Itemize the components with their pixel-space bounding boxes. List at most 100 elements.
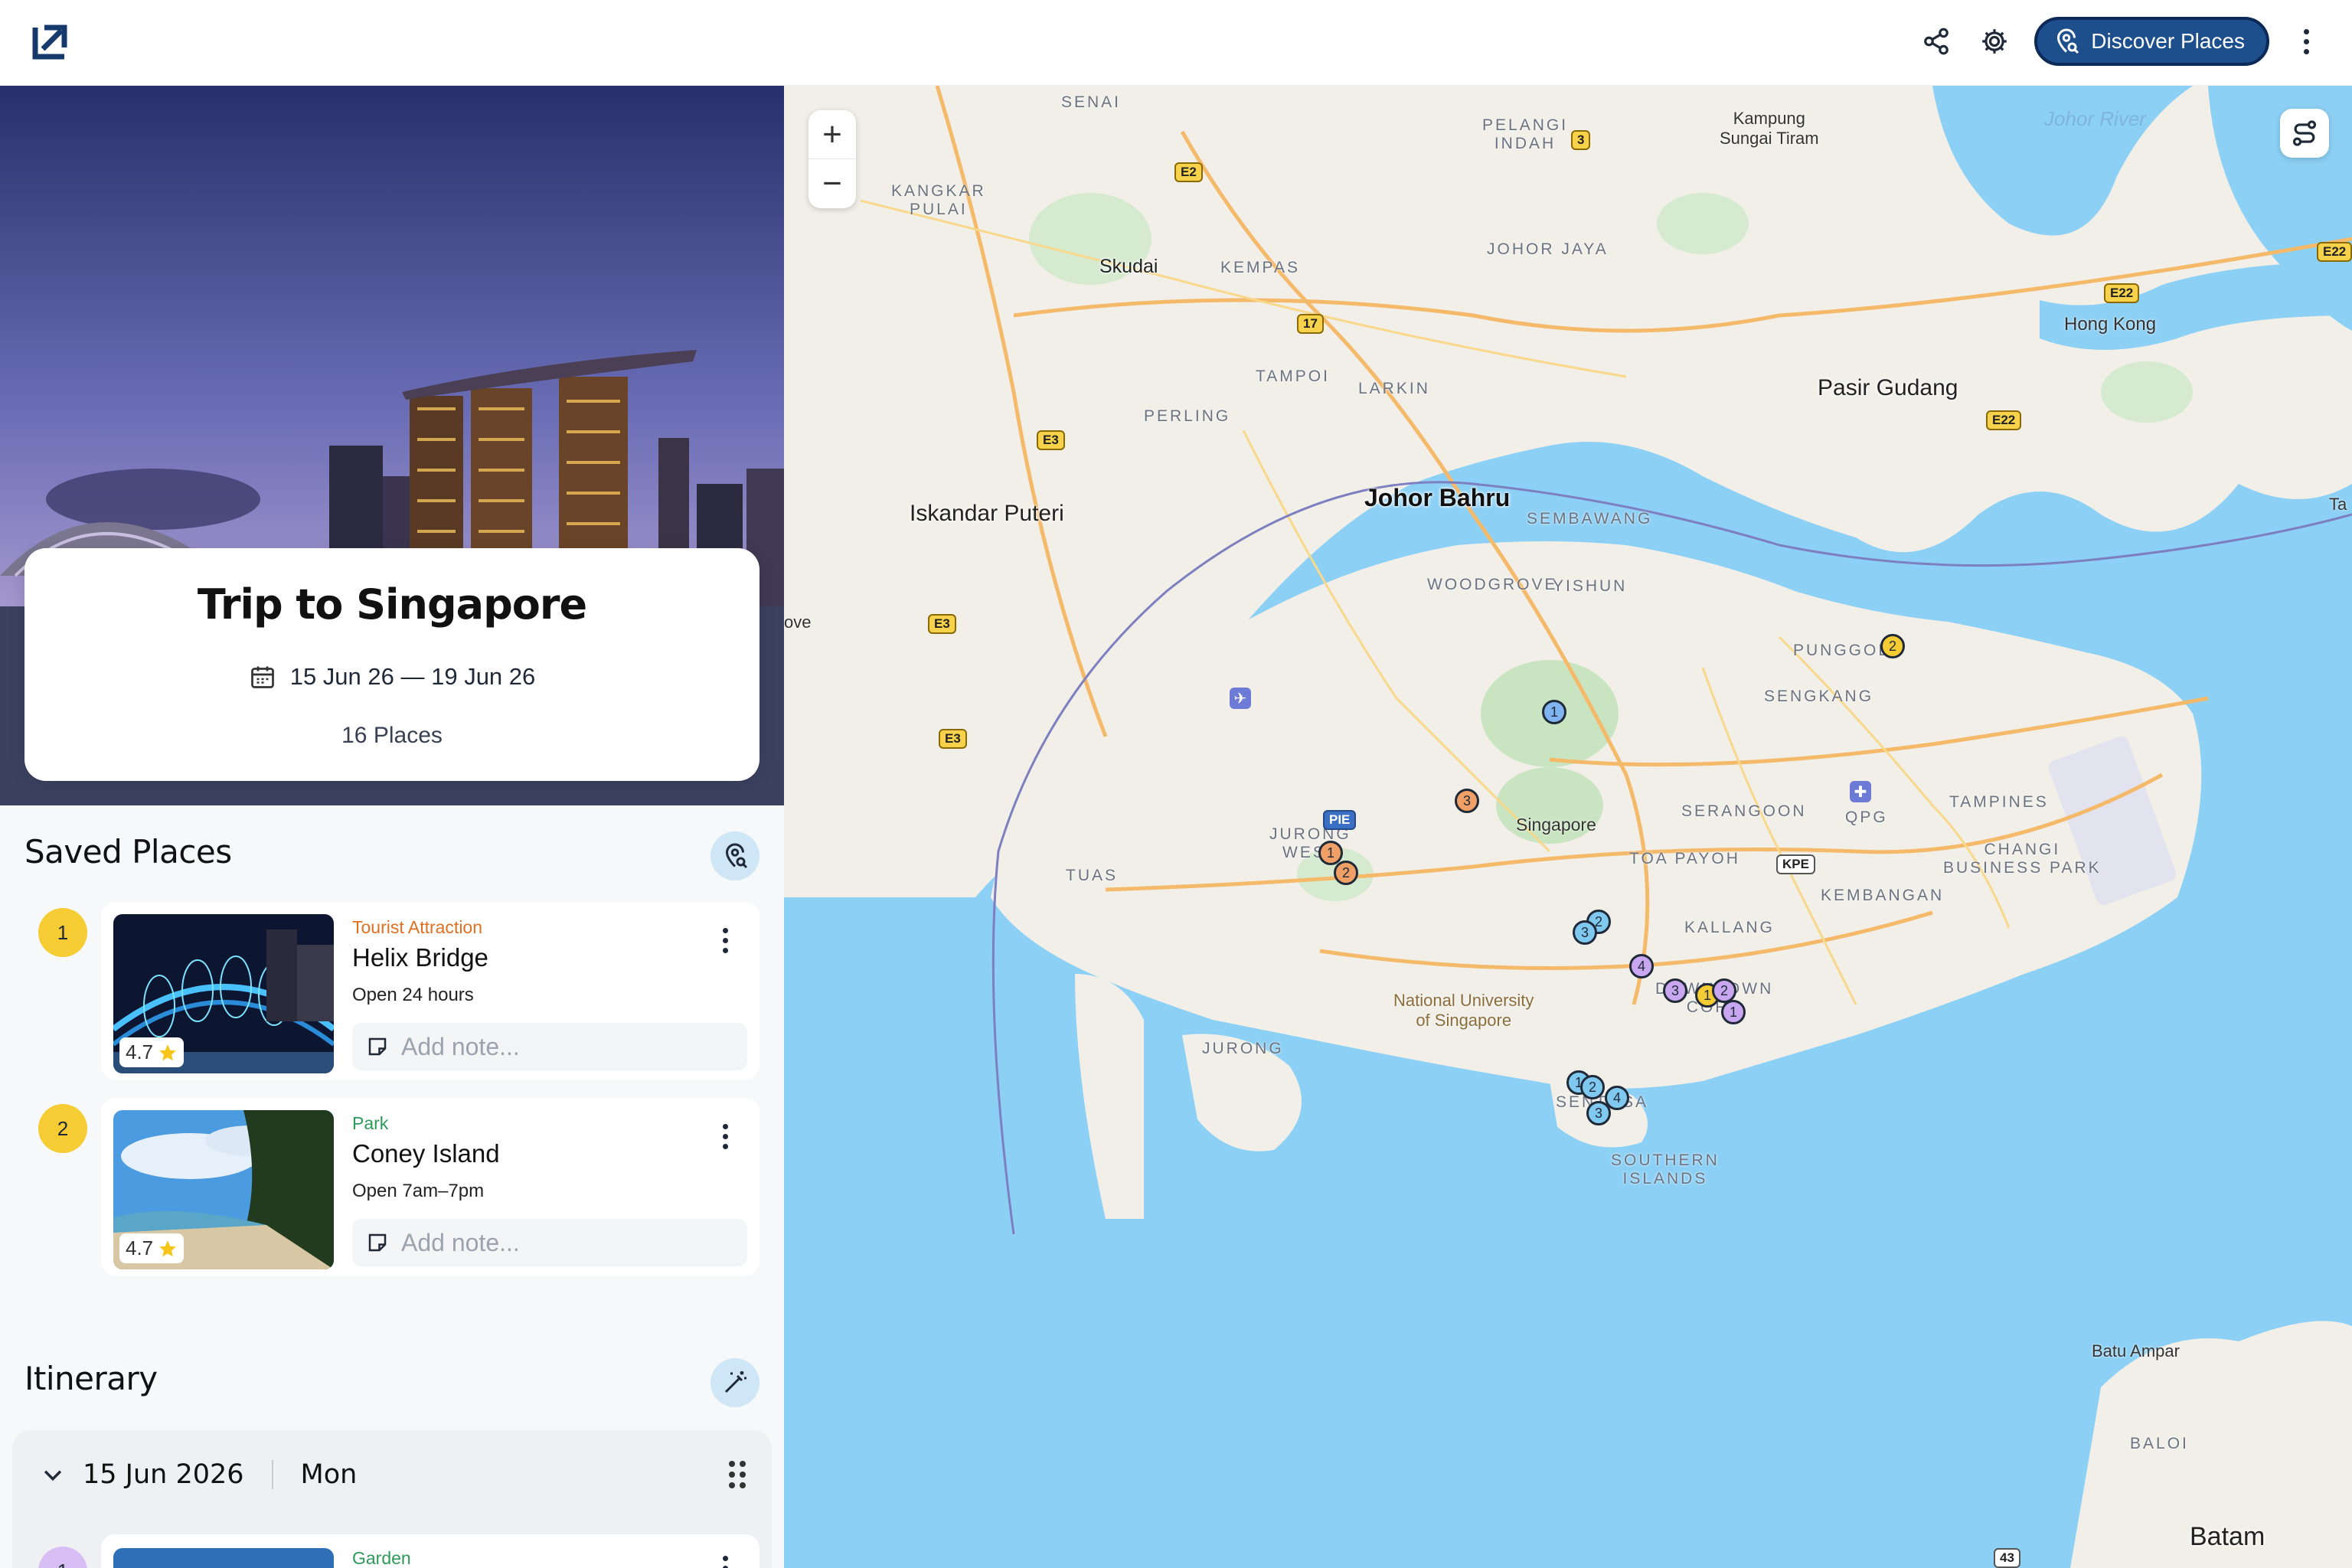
road-shield: 43 [1994,1548,2020,1568]
map-label: National University of Singapore [1393,991,1534,1030]
rating-value: 4.7 [126,1236,154,1259]
star-icon [159,1044,176,1060]
map-label: TOA PAYOH [1629,850,1740,867]
place-name: Helix Bridge [352,943,488,972]
map-label: SERANGOON [1681,802,1807,820]
magic-wand-button[interactable] [710,1358,760,1407]
map-label: BALOI [2130,1435,2189,1452]
place-options-button[interactable] [714,1553,737,1568]
road-shield: E3 [928,614,956,634]
road-shield: E22 [2104,283,2140,303]
map-pin[interactable]: 1 [1721,1000,1746,1024]
route-button[interactable] [2280,109,2329,158]
map-pin[interactable]: 2 [1580,1075,1605,1099]
map-label: Batam [2190,1522,2265,1551]
road-shield: KPE [1776,854,1815,874]
location-search-icon [2057,28,2079,54]
map-label: KALLANG [1684,919,1775,936]
place-photo [113,1548,334,1568]
day-toggle[interactable]: 15 Jun 2026 Mon [40,1459,357,1490]
map-label: QPG [1845,808,1888,826]
left-panel: Trip to Singapore 15 Jun 26 — 19 Jun 26 … [0,86,784,1568]
add-note-placeholder: Add note... [401,1228,520,1256]
map-pin[interactable]: 4 [1629,954,1654,978]
day-date: 15 Jun 2026 [83,1459,244,1490]
place-category: Park [352,1113,389,1133]
trip-dates[interactable]: 15 Jun 26 — 19 Jun 26 [24,663,760,691]
place-photo: 4.7 [113,1110,334,1269]
map-pin[interactable]: 3 [1663,978,1687,1003]
airport-icon[interactable]: ✈ [1230,688,1251,709]
place-photo: 4.7 [113,914,334,1073]
add-note-field[interactable]: Add note... [352,1023,747,1070]
place-rating: 4.7 [119,1037,185,1067]
share-button[interactable] [1918,23,1955,60]
airbase-icon[interactable]: ✚ [1850,781,1871,802]
place-rating: 4.7 [119,1233,185,1263]
place-category: Tourist Attraction [352,917,483,937]
trip-summary-card: Trip to Singapore 15 Jun 26 — 19 Jun 26 … [24,548,760,781]
map-label: TUAS [1066,867,1119,884]
map-pin[interactable]: 2 [1334,861,1358,885]
road-shield: 17 [1297,314,1324,334]
map-label: Ta [2329,495,2347,514]
map-label: SEMBAWANG [1527,510,1653,528]
gear-icon [1982,29,2007,54]
place-options-button[interactable] [714,925,737,956]
drag-handle-icon[interactable] [729,1461,746,1488]
map-pin[interactable]: 2 [1880,634,1905,658]
map-label: LARKIN [1358,380,1430,397]
map-view[interactable]: SENAI KANGKAR PULAI Skudai KEMPAS TAMPOI… [784,86,2352,1568]
road-shield: E22 [2317,242,2352,262]
saved-place-card[interactable]: 4.7 Park Coney Island Open 7am–7pm Add n… [101,1098,760,1276]
location-search-icon [725,843,748,869]
trip-date-range: 15 Jun 26 — 19 Jun 26 [289,663,536,690]
add-note-field[interactable]: Add note... [352,1219,747,1266]
map-label: Pasir Gudang [1818,375,1958,400]
map-pin[interactable]: 3 [1586,1101,1611,1125]
place-hours: Open 24 hours [352,985,474,1005]
trip-places-count: 16 Places [341,723,443,748]
itinerary-place-card[interactable]: Garden [101,1534,760,1568]
place-hours: Open 7am–7pm [352,1181,485,1201]
place-number-badge: 1 [38,1547,87,1568]
zoom-out-button[interactable]: − [808,159,856,208]
star-icon [159,1240,176,1256]
zoom-control: + − [808,110,856,208]
rating-value: 4.7 [126,1040,154,1063]
zoom-in-button[interactable]: + [808,110,856,159]
map-pin[interactable]: 3 [1573,920,1597,945]
trip-title: Trip to Singapore [197,580,587,629]
map-pin[interactable]: 1 [1542,700,1566,724]
map-label: SENGKANG [1764,688,1874,705]
road-shield: PIE [1323,810,1357,830]
saved-place-card[interactable]: 4.7 Tourist Attraction Helix Bridge Open… [101,902,760,1080]
map-label: Johor Bahru [1364,484,1511,511]
place-options-button[interactable] [714,1121,737,1152]
app-logo-icon[interactable] [31,23,69,61]
road-shield: E3 [1037,430,1065,450]
map-label: PUNGGOL [1793,642,1890,659]
map-label: JURONG [1202,1040,1284,1057]
map-label: SOUTHERN ISLANDS [1611,1152,1720,1187]
more-options-button[interactable] [2291,23,2321,60]
map-label: KANGKAR PULAI [891,182,986,218]
chevron-down-icon [44,1470,62,1481]
map-label: JOHOR JAYA [1487,240,1609,258]
road-shield: 3 [1571,130,1591,150]
saved-places-map-button[interactable] [710,831,760,880]
discover-places-button[interactable]: Discover Places [2034,17,2269,66]
map-pin[interactable]: 3 [1455,789,1479,813]
note-icon [368,1233,387,1252]
map-label: Skudai [1099,256,1158,277]
day-weekday: Mon [300,1459,358,1490]
top-bar: Discover Places [0,0,2352,86]
map-label: WOODGROVE [1427,576,1558,593]
map-label: TAMPINES [1949,793,2049,811]
calendar-icon [250,666,274,688]
settings-button[interactable] [1976,23,2013,60]
map-label: Johor River [2044,107,2146,130]
map-label: SENAI [1061,93,1122,111]
route-icon [2292,120,2317,146]
map-label: Kampung Sungai Tiram [1720,109,1819,148]
